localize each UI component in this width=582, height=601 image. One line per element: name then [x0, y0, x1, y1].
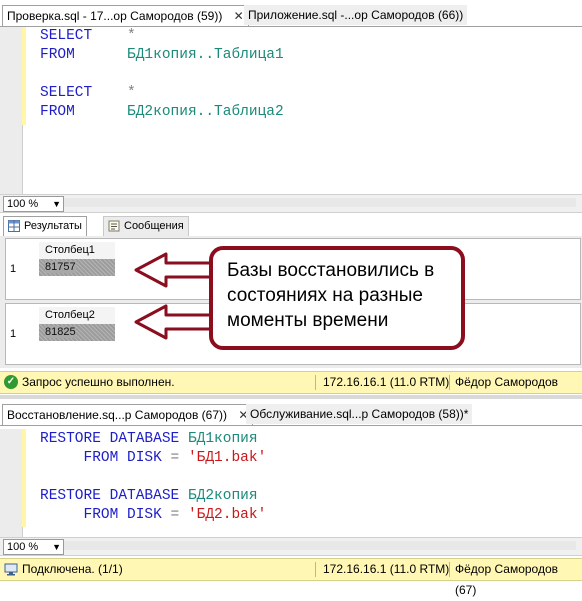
arrow-left-icon — [134, 252, 214, 288]
tab-proverka[interactable]: Проверка.sql - 17...ор Самородов (59)) ✕ — [2, 5, 249, 26]
connected-icon — [4, 563, 18, 576]
close-tab-icon[interactable]: ✕ — [234, 9, 244, 23]
row-number: 1 — [10, 263, 17, 275]
document-tab-bar-2: Восстановление.sq...р Самородов (67)) ✕ … — [0, 399, 582, 426]
result-cell[interactable]: 81825 — [39, 324, 115, 341]
results-tab-bar: Результаты Сообщения — [0, 214, 582, 236]
tab-obsluzhivanie[interactable]: Обслуживание.sql...р Самородов (58))* — [246, 404, 473, 424]
result-cell[interactable]: 81757 — [39, 259, 115, 276]
arrow-left-icon — [134, 304, 214, 340]
tab-label: Обслуживание.sql...р Самородов (58))* — [250, 407, 469, 421]
user-info: Фёдор Самородов (67) — [455, 562, 559, 597]
tab-label: Восстановление.sq...р Самородов (67)) — [7, 408, 228, 422]
change-margin — [22, 27, 26, 125]
editor-gutter — [0, 429, 23, 537]
row-number: 1 — [10, 328, 17, 340]
column-header[interactable]: Столбец1 — [39, 242, 115, 259]
server-info: 172.16.16.1 (11.0 RTM) — [323, 562, 450, 576]
code-line: SELECT * — [40, 28, 136, 44]
check-circle-icon: ✓ — [4, 375, 18, 389]
zoom-bar-1: 100 % ▼ — [0, 194, 582, 213]
zoom-select[interactable]: 100 % ▼ — [3, 539, 64, 555]
status-bar-2: Подключена. (1/1) 172.16.16.1 (11.0 RTM)… — [0, 558, 582, 597]
messages-icon — [108, 220, 120, 232]
tab-vosstanovlenie[interactable]: Восстановление.sq...р Самородов (67)) ✕ — [2, 404, 254, 425]
callout-text: Базы восстановились в состояниях на разн… — [227, 260, 435, 331]
server-info: 172.16.16.1 (11.0 RTM) — [323, 375, 450, 389]
change-margin — [22, 429, 26, 527]
callout-arrows — [134, 252, 214, 340]
tab-prilozhenie[interactable]: Приложение.sql -...ор Самородов (66)) — [244, 5, 468, 25]
grid-icon — [8, 220, 20, 232]
status-message: Запрос успешно выполнен. — [22, 375, 175, 389]
horizontal-scrollbar[interactable] — [64, 198, 576, 207]
column-header[interactable]: Столбец2 — [39, 307, 115, 324]
code-line: FROM DISK = 'БД1.bak' — [83, 450, 267, 466]
status-message: Подключена. (1/1) — [22, 562, 123, 576]
code-line: FROM DISK = 'БД2.bak' — [83, 507, 267, 523]
zoom-select[interactable]: 100 % ▼ — [3, 196, 64, 212]
document-tab-bar: Проверка.sql - 17...ор Самородов (59)) ✕… — [0, 0, 582, 27]
code-line: SELECT * — [40, 85, 136, 101]
editor-gutter — [0, 27, 23, 194]
tab-messages[interactable]: Сообщения — [103, 216, 189, 236]
status-bar-1: ✓ Запрос успешно выполнен. 172.16.16.1 (… — [0, 371, 582, 410]
tab-label: Проверка.sql - 17...ор Самородов (59)) — [7, 9, 223, 23]
annotation-callout: Базы восстановились в состояниях на разн… — [209, 246, 465, 350]
code-line: FROM БД1копия..Таблица1 — [40, 47, 284, 63]
chevron-down-icon: ▼ — [52, 542, 61, 552]
code-line: RESTORE DATABASE БД1копия — [40, 431, 258, 447]
query-editor-2[interactable]: RESTORE DATABASE БД1копия FROM DISK = 'Б… — [0, 429, 582, 537]
tab-label: Приложение.sql -...ор Самородов (66)) — [248, 8, 464, 22]
zoom-bar-2: 100 % ▼ — [0, 537, 582, 556]
tab-results[interactable]: Результаты — [3, 216, 87, 236]
query-editor-1[interactable]: SELECT * FROM БД1копия..Таблица1 SELECT … — [0, 27, 582, 194]
code-line: FROM БД2копия..Таблица2 — [40, 104, 284, 120]
chevron-down-icon: ▼ — [52, 199, 61, 209]
horizontal-scrollbar[interactable] — [64, 541, 576, 550]
code-line: RESTORE DATABASE БД2копия — [40, 488, 258, 504]
